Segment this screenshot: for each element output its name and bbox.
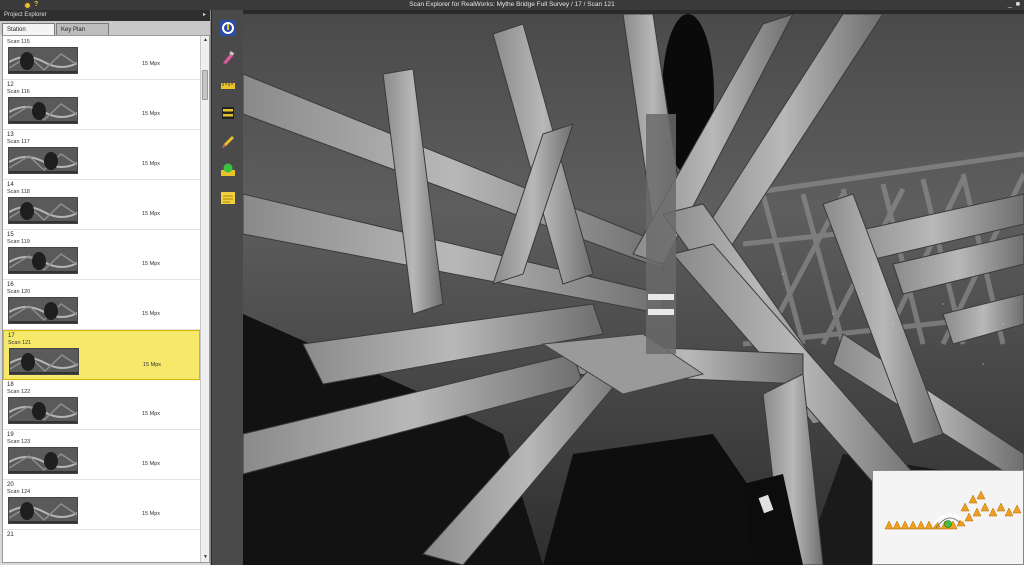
scan-label: Scan 122 — [7, 389, 31, 395]
scan-resolution: 15 Mpx — [142, 111, 161, 117]
scan-resolution: 15 Mpx — [142, 211, 161, 217]
panel-title: Project Explorer — [4, 12, 47, 18]
scan-resolution: 15 Mpx — [142, 461, 161, 467]
scan-explorer-app: ? Scan Explorer for RealWorks: Mythe Bri… — [0, 0, 1024, 565]
measure-tape-icon[interactable] — [220, 78, 236, 94]
station-number: 15 — [7, 232, 14, 238]
scroll-thumb[interactable] — [202, 70, 208, 100]
station-number: 21 — [7, 532, 14, 538]
scan-label: Scan 119 — [7, 239, 30, 245]
station-item[interactable]: 18 Scan 122 15 Mpx — [3, 380, 200, 430]
station-number: 19 — [7, 432, 14, 438]
scan-thumbnail[interactable] — [8, 197, 78, 224]
panel-tabs: Station Key Plan — [0, 21, 210, 35]
paint-brush-icon[interactable] — [220, 50, 236, 66]
minimize-button[interactable]: _ — [1008, 0, 1012, 10]
scroll-up-button[interactable]: ▲ — [201, 36, 209, 45]
scan-label: Scan 115 — [7, 39, 30, 45]
scan-thumbnail[interactable] — [8, 297, 78, 324]
project-explorer-panel: Project Explorer ▸ Station Key Plan 11 Sc… — [0, 10, 211, 565]
scan-resolution: 15 Mpx — [142, 61, 161, 67]
station-number: 20 — [7, 482, 14, 488]
scan-resolution: 15 Mpx — [142, 411, 161, 417]
scan-thumbnail[interactable] — [8, 247, 78, 274]
scan-label: Scan 120 — [7, 289, 31, 295]
pencil-icon[interactable] — [220, 134, 236, 150]
scan-resolution: 15 Mpx — [142, 261, 161, 267]
scan-thumbnail[interactable] — [8, 397, 78, 424]
station-item-selected[interactable]: 17 Scan 121 15 Mpx — [3, 330, 200, 380]
scan-thumbnail[interactable] — [8, 147, 78, 174]
station-item[interactable]: 11 Scan 115 15 Mpx — [3, 35, 200, 80]
station-item[interactable]: 20 Scan 124 15 Mpx — [3, 480, 200, 530]
station-item[interactable]: 14 Scan 118 15 Mpx — [3, 180, 200, 230]
panel-header: Project Explorer ▸ — [0, 10, 210, 21]
scan-resolution: 15 Mpx — [142, 161, 161, 167]
scroll-down-button[interactable]: ▼ — [201, 553, 209, 562]
key-plan-minimap[interactable] — [872, 470, 1024, 565]
station-item[interactable]: 12 Scan 116 15 Mpx — [3, 80, 200, 130]
title-bar: ? Scan Explorer for RealWorks: Mythe Bri… — [0, 0, 1024, 10]
scan-label: Scan 117 — [7, 139, 30, 145]
station-list-container: 11 Scan 115 15 Mpx 12 Scan 116 15 Mpx 13 Scan 1… — [2, 35, 210, 563]
station-number: 17 — [8, 333, 15, 339]
station-item[interactable]: 13 Scan 117 15 Mpx — [3, 130, 200, 180]
tab-key-plan[interactable]: Key Plan — [56, 23, 109, 35]
station-number: 11 — [7, 35, 14, 38]
panel-pin-icon[interactable]: ▸ — [203, 10, 206, 21]
logo-icon[interactable] — [220, 20, 236, 36]
station-number: 16 — [7, 282, 14, 288]
scan-resolution: 15 Mpx — [143, 362, 162, 368]
scan-thumbnail[interactable] — [8, 97, 78, 124]
station-item[interactable]: 15 Scan 119 15 Mpx — [3, 230, 200, 280]
scan-thumbnail[interactable] — [8, 497, 78, 524]
station-item[interactable]: 21 — [3, 530, 200, 562]
list-scrollbar[interactable]: ▲ ▼ — [200, 36, 209, 562]
minimap-plan — [873, 471, 1023, 564]
station-marker-icon[interactable] — [220, 162, 236, 178]
scan-thumbnail[interactable] — [8, 447, 78, 474]
station-number: 13 — [7, 132, 14, 138]
scan-thumbnail[interactable] — [8, 47, 78, 74]
station-item[interactable]: 19 Scan 123 15 Mpx — [3, 430, 200, 480]
tool-strip — [212, 10, 243, 565]
station-number: 12 — [7, 82, 14, 88]
close-button[interactable]: ■ — [1016, 0, 1020, 10]
scan-label: Scan 123 — [7, 439, 31, 445]
scan-resolution: 15 Mpx — [142, 511, 161, 517]
tab-station[interactable]: Station — [2, 23, 55, 35]
station-item[interactable]: 16 Scan 120 15 Mpx — [3, 280, 200, 330]
scan-label: Scan 116 — [7, 89, 30, 95]
station-number: 18 — [7, 382, 14, 388]
note-icon[interactable] — [220, 190, 236, 206]
station-number: 14 — [7, 182, 14, 188]
scan-resolution: 15 Mpx — [142, 311, 161, 317]
scan-label: Scan 118 — [7, 189, 30, 195]
scan-label: Scan 124 — [7, 489, 31, 495]
scan-label: Scan 121 — [8, 340, 32, 346]
layers-icon[interactable] — [220, 105, 236, 121]
scan-thumbnail[interactable] — [9, 348, 79, 375]
window-title: Scan Explorer for RealWorks: Mythe Bridg… — [409, 1, 615, 8]
